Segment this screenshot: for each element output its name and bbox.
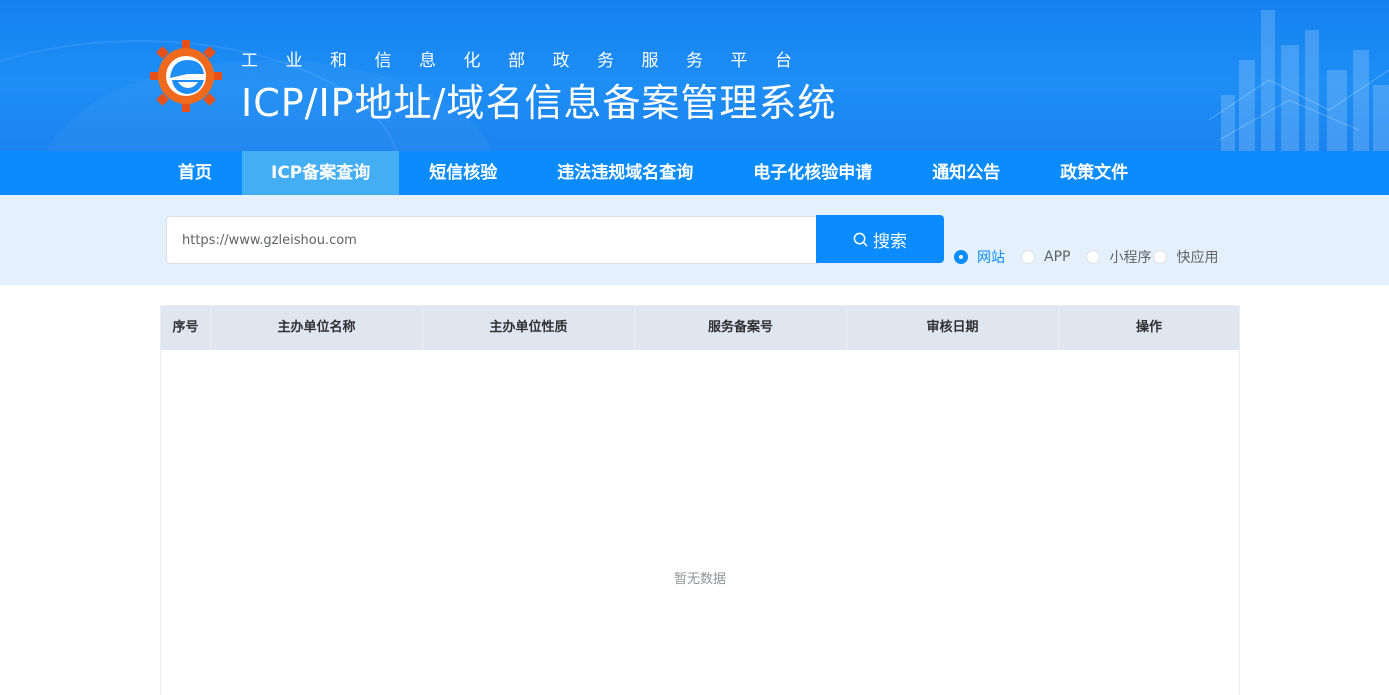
ministry-logo — [150, 40, 222, 112]
radio-website[interactable]: 网站 — [954, 247, 1005, 267]
main-nav: 首页 ICP备案查询 短信核验 违法违规域名查询 电子化核验申请 通知公告 政策… — [0, 151, 1389, 195]
nav-icp-query[interactable]: ICP备案查询 — [242, 151, 400, 195]
nav-policy-docs[interactable]: 政策文件 — [1030, 151, 1158, 195]
radio-dot — [1086, 250, 1101, 264]
column-header-review-date: 审核日期 — [847, 306, 1059, 350]
radio-dot — [954, 250, 968, 264]
search-input[interactable] — [166, 216, 818, 264]
column-header-organizer-name: 主办单位名称 — [211, 306, 423, 350]
platform-subtitle: 工业和信息化部政务服务平台 — [241, 51, 820, 71]
radio-app[interactable]: APP — [1021, 249, 1070, 265]
radio-label: 小程序 — [1109, 250, 1152, 266]
nav-illegal-domain-query[interactable]: 违法违规域名查询 — [527, 151, 723, 195]
column-header-organizer-type: 主办单位性质 — [423, 306, 635, 350]
nav-notices[interactable]: 通知公告 — [902, 151, 1030, 195]
radio-label: APP — [1044, 249, 1071, 265]
empty-state-text: 暂无数据 — [673, 572, 726, 587]
nav-home[interactable]: 首页 — [148, 151, 242, 195]
radio-dot — [1153, 250, 1168, 264]
radio-label: 快应用 — [1176, 250, 1219, 266]
search-type-radio-group: 网站 APP 小程序 快应用 — [954, 247, 1218, 267]
radio-mini-program[interactable]: 小程序 — [1086, 247, 1151, 267]
results-table: 序号 主办单位名称 主办单位性质 服务备案号 审核日期 操作 暂无数据 — [160, 305, 1240, 695]
search-icon — [853, 232, 868, 246]
column-header-actions: 操作 — [1135, 320, 1162, 335]
radio-quick-app[interactable]: 快应用 — [1153, 247, 1218, 267]
city-skyline-illustration — [1209, 10, 1389, 151]
radio-label: 网站 — [977, 250, 1005, 266]
radio-dot — [1021, 250, 1035, 264]
column-header-record-number: 服务备案号 — [635, 306, 847, 350]
search-section: 搜索 网站 APP 小程序 快应用 — [0, 195, 1389, 285]
search-button-label: 搜索 — [873, 231, 907, 252]
column-header-index: 序号 — [161, 306, 211, 350]
search-button[interactable]: 搜索 — [816, 215, 944, 263]
table-header-row: 序号 主办单位名称 主办单位性质 服务备案号 审核日期 操作 — [161, 306, 1239, 350]
site-header: 工业和信息化部政务服务平台 ICP/IP地址/域名信息备案管理系统 — [0, 0, 1389, 151]
system-title: ICP/IP地址/域名信息备案管理系统 — [241, 81, 837, 125]
nav-sms-verify[interactable]: 短信核验 — [399, 151, 527, 195]
nav-electronic-verify-apply[interactable]: 电子化核验申请 — [723, 151, 902, 195]
